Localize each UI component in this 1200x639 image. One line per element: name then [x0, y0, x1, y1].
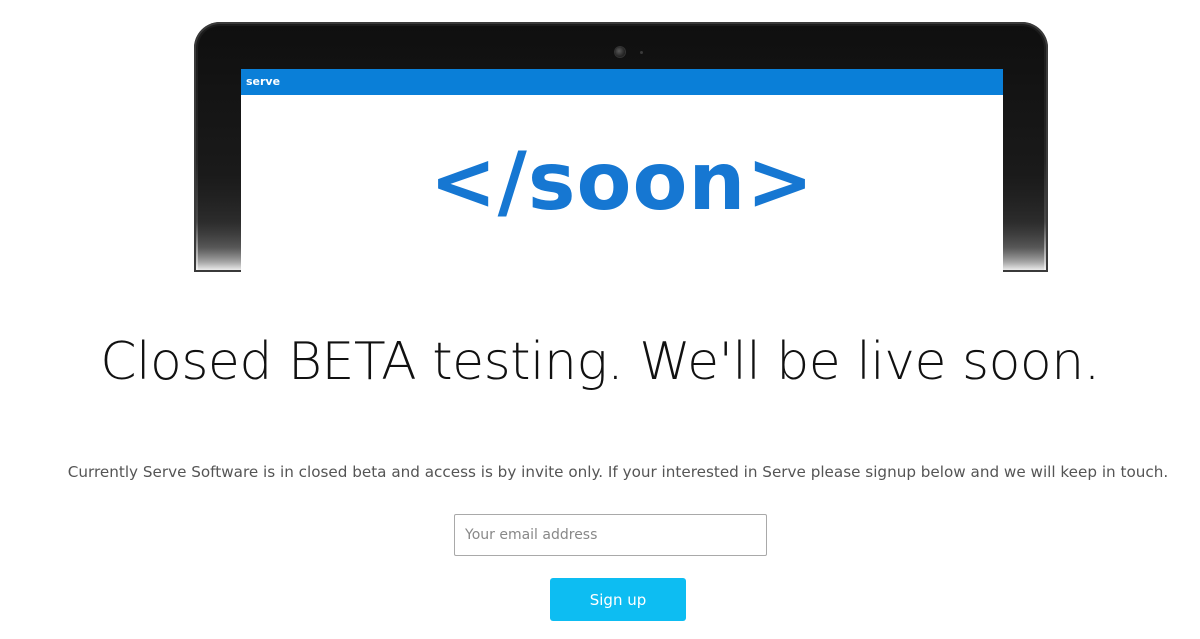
- page-description: Currently Serve Software is in closed be…: [67, 463, 1169, 481]
- page-headline: Closed BETA testing. We'll be live soon.: [100, 332, 1100, 392]
- email-field[interactable]: [454, 514, 767, 556]
- coming-soon-page: serve </soon> Closed BETA testing. We'll…: [0, 0, 1200, 639]
- sensor-dot-icon: [640, 51, 643, 54]
- signup-button[interactable]: Sign up: [550, 578, 686, 621]
- screen-hero-text: </soon>: [429, 135, 815, 228]
- webcam-icon: [615, 47, 625, 57]
- screen-brand-logo: serve: [246, 75, 281, 88]
- screen-fade-overlay: [241, 227, 1003, 272]
- device-screen: serve </soon>: [241, 69, 1003, 272]
- screen-header-bar: serve: [241, 69, 1003, 95]
